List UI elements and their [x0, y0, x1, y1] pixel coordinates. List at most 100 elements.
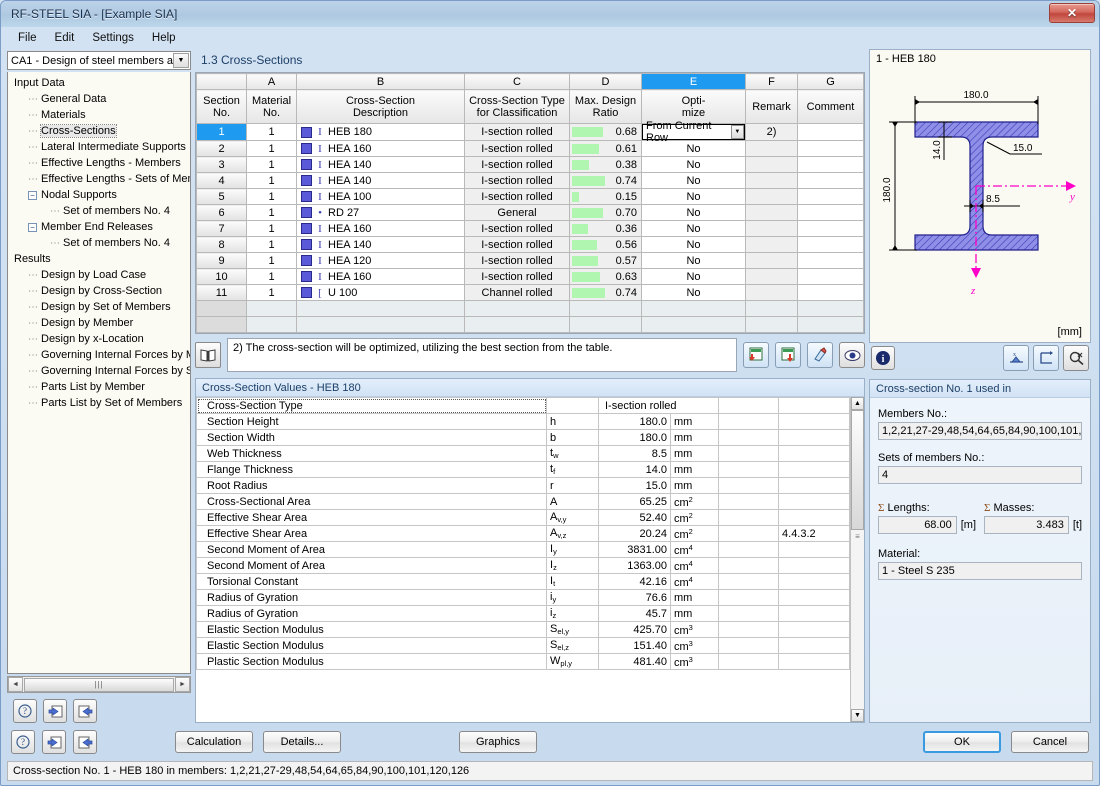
cross-section-values-scrollbar[interactable]: ▲ ≡ ▼	[850, 397, 864, 722]
cs-value-row[interactable]: Root Radius r 15.0 mm	[196, 477, 850, 494]
menu-item-settings[interactable]: Settings	[83, 30, 143, 46]
cell-optimize[interactable]: No	[641, 236, 746, 253]
cs-value-row[interactable]: Radius of Gyration iz 45.7 mm	[196, 605, 850, 622]
cell-remark[interactable]	[745, 252, 798, 269]
row-number[interactable]: 4	[196, 172, 247, 189]
tree-collapse-icon[interactable]: −	[28, 190, 37, 200]
cell-comment[interactable]	[797, 123, 864, 141]
sidebar-item-effective-lengths-members[interactable]: ⋯ Effective Lengths - Members	[10, 155, 190, 171]
cell-material-no[interactable]: 1	[246, 204, 297, 221]
cell-section-type[interactable]: I-section rolled	[464, 188, 570, 205]
ok-button[interactable]: OK	[923, 731, 1001, 753]
cell-material-no[interactable]: 1	[246, 268, 297, 285]
cell-optimize[interactable]: No	[641, 252, 746, 269]
row-number[interactable]: 3	[196, 156, 247, 173]
cell-comment[interactable]	[797, 220, 864, 237]
cell-comment[interactable]	[797, 172, 864, 189]
cell-remark[interactable]	[745, 140, 798, 157]
scroll-thumb[interactable]	[851, 410, 864, 530]
cell-section-type[interactable]: I-section rolled	[464, 268, 570, 285]
masses-field[interactable]: 3.483	[984, 516, 1069, 534]
cell-remark[interactable]	[745, 156, 798, 173]
row-number[interactable]: 11	[196, 284, 247, 301]
cell-design-ratio[interactable]: 0.15	[569, 188, 642, 205]
lengths-field[interactable]: 68.00	[878, 516, 957, 534]
cell-optimize[interactable]: No	[641, 220, 746, 237]
cell-design-ratio[interactable]: 0.74	[569, 284, 642, 301]
cell-section-type[interactable]: I-section rolled	[464, 252, 570, 269]
cell-description[interactable]: I HEA 140	[296, 236, 465, 253]
table-row[interactable]: 2 1 I HEA 160 I-section rolled 0.61 No	[196, 140, 864, 157]
members-field[interactable]: 1,2,21,27-29,48,54,64,65,84,90,100,101,1	[878, 422, 1082, 440]
cell-remark[interactable]	[745, 268, 798, 285]
sidebar-item-design-by-cross-section[interactable]: ⋯ Design by Cross-Section	[10, 283, 190, 299]
cell-description[interactable]: I HEA 160	[296, 268, 465, 285]
cell-section-type[interactable]: I-section rolled	[464, 220, 570, 237]
cell-material-no[interactable]: 1	[246, 188, 297, 205]
cs-value-row[interactable]: Elastic Section Modulus Sel,z 151.40 cm3	[196, 637, 850, 654]
cell-description[interactable]: • RD 27	[296, 204, 465, 221]
table-row[interactable]: 5 1 I HEA 100 I-section rolled 0.15 No	[196, 188, 864, 205]
help-icon[interactable]: ?	[11, 730, 35, 754]
pick-section-icon[interactable]	[807, 342, 833, 368]
next-icon[interactable]	[73, 699, 97, 723]
menu-item-edit[interactable]: Edit	[46, 30, 84, 46]
cell-design-ratio[interactable]: 0.74	[569, 172, 642, 189]
table-row[interactable]: 8 1 I HEA 140 I-section rolled 0.56 No	[196, 236, 864, 253]
cs-value-row[interactable]: Flange Thickness tf 14.0 mm	[196, 461, 850, 478]
table-empty-row[interactable]	[196, 300, 864, 317]
calculation-button[interactable]: Calculation	[175, 731, 253, 753]
column-letter-B[interactable]: B	[296, 73, 465, 90]
menu-item-help[interactable]: Help	[143, 30, 185, 46]
cell-description[interactable]: I HEA 140	[296, 156, 465, 173]
cs-value-row[interactable]: Second Moment of Area Iy 3831.00 cm4	[196, 541, 850, 558]
cell-optimize[interactable]: No	[641, 156, 746, 173]
cell-description[interactable]: I HEA 140	[296, 172, 465, 189]
cell-comment[interactable]	[797, 140, 864, 157]
column-letter-F[interactable]: F	[745, 73, 798, 90]
scroll-left-icon[interactable]: ◄	[8, 677, 23, 692]
cross-section-values-rows[interactable]: Cross-Section Type I-section rolled Sectio…	[196, 397, 850, 670]
cell-description[interactable]: I HEA 160	[296, 140, 465, 157]
column-letter-A[interactable]: A	[246, 73, 297, 90]
scroll-down-icon[interactable]: ▼	[851, 709, 864, 722]
cell-comment[interactable]	[797, 268, 864, 285]
column-letter-G[interactable]: G	[797, 73, 864, 90]
sidebar-item-materials[interactable]: ⋯ Materials	[10, 107, 190, 123]
cell-comment[interactable]	[797, 252, 864, 269]
cell-remark[interactable]	[745, 236, 798, 253]
cell-material-no[interactable]: 1	[246, 172, 297, 189]
sidebar-item-input-data[interactable]: Input Data	[10, 75, 190, 91]
cancel-button[interactable]: Cancel	[1011, 731, 1089, 753]
cell-description[interactable]: I HEB 180	[296, 123, 465, 141]
cell-design-ratio[interactable]: 0.61	[569, 140, 642, 157]
cell-material-no[interactable]: 1	[246, 140, 297, 157]
cs-value-row[interactable]: Web Thickness tw 8.5 mm	[196, 445, 850, 462]
sidebar-item-governing-internal-forces-by-member[interactable]: ⋯Governing Internal Forces by Member	[10, 347, 190, 363]
cs-value-row[interactable]: Torsional Constant It 42.16 cm4	[196, 573, 850, 590]
table-row[interactable]: 6 1 • RD 27 General 0.70 No	[196, 204, 864, 221]
sidebar-item-member-end-releases[interactable]: − Member End Releases	[10, 219, 190, 235]
row-number[interactable]: 6	[196, 204, 247, 221]
cross-section-graphic[interactable]: 1 - HEB 180 180.0 180.0 14.0 15.0 8.5 y …	[869, 49, 1091, 343]
sidebar-item-set-of-members-no-4[interactable]: ⋯ Set of members No. 4	[10, 203, 190, 219]
row-number[interactable]: 8	[196, 236, 247, 253]
sidebar-item-effective-lengths-sets-of-members[interactable]: ⋯Effective Lengths - Sets of Members	[10, 171, 190, 187]
book-icon[interactable]	[195, 342, 221, 368]
next-icon[interactable]	[73, 730, 97, 754]
cs-value-row[interactable]: Elastic Section Modulus Sel,y 425.70 cm3	[196, 621, 850, 638]
table-row[interactable]: 3 1 I HEA 140 I-section rolled 0.38 No	[196, 156, 864, 173]
cell-design-ratio[interactable]: 0.57	[569, 252, 642, 269]
cell-design-ratio[interactable]: 0.63	[569, 268, 642, 285]
table-empty-row[interactable]	[196, 316, 864, 333]
scroll-thumb[interactable]: |||	[24, 677, 174, 692]
cell-design-ratio[interactable]: 0.70	[569, 204, 642, 221]
cell-material-no[interactable]: 1	[246, 220, 297, 237]
table-body[interactable]: 1 1 I HEB 180 I-section rolled 0.68 From Curre…	[196, 120, 864, 333]
details-button[interactable]: Details...	[263, 731, 341, 753]
cell-design-ratio[interactable]: 0.56	[569, 236, 642, 253]
graphics-button[interactable]: Graphics	[459, 731, 537, 753]
sidebar-item-parts-list-by-set-of-members[interactable]: ⋯ Parts List by Set of Members	[10, 395, 190, 411]
cell-material-no[interactable]: 1	[246, 252, 297, 269]
axes-icon[interactable]	[1033, 345, 1059, 371]
